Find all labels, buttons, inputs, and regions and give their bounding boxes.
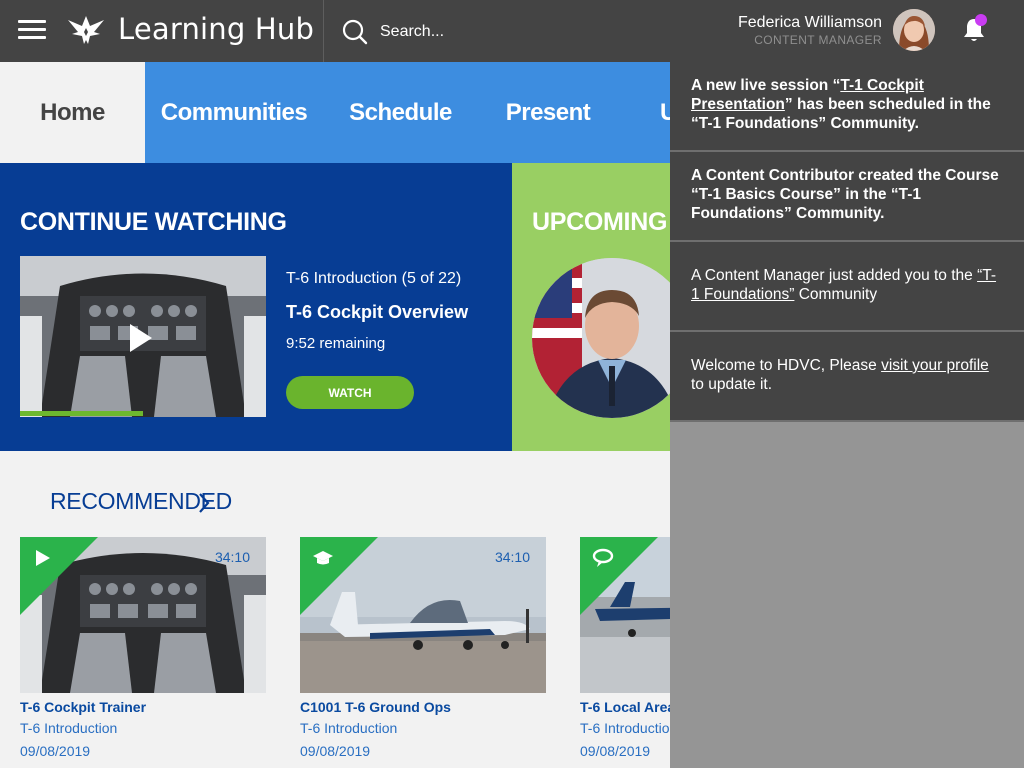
- continue-watching-remaining: 9:52 remaining: [286, 335, 386, 352]
- hamburger-menu-icon[interactable]: [18, 20, 46, 42]
- notification-text: Welcome to HDVC, Please: [691, 357, 882, 374]
- user-name[interactable]: Federica Williamson: [738, 14, 882, 32]
- upcoming-live-panel: UPCOMING LIVE: [512, 163, 670, 451]
- continue-watching-series: T-6 Introduction (5 of 22): [286, 270, 462, 287]
- card-subtitle: T-6 Introduction: [580, 720, 670, 736]
- tab-present[interactable]: Present: [478, 62, 618, 163]
- avatar[interactable]: [893, 9, 935, 51]
- continue-watching-panel: CONTINUE WATCHING T-6 Introduction (5 of…: [0, 163, 512, 451]
- notification-text: A new live session “: [691, 77, 841, 94]
- top-bar: Learning Hub Federica Williamson CONTENT…: [0, 0, 1024, 62]
- notification-item[interactable]: Welcome to HDVC, Please visit your profi…: [670, 332, 1024, 422]
- header-divider: [323, 0, 324, 62]
- notification-text: A Content Manager just added you to the: [691, 267, 978, 284]
- card-title[interactable]: T-6 Cockpit Trainer: [20, 699, 146, 715]
- tab-schedule[interactable]: Schedule: [323, 62, 478, 163]
- card-thumbnail[interactable]: [580, 537, 670, 693]
- card-thumbnail[interactable]: 34:10: [300, 537, 546, 693]
- notification-item[interactable]: A new live session “T-1 Cockpit Presenta…: [670, 62, 1024, 152]
- live-icon: [592, 548, 614, 567]
- search-icon[interactable]: [342, 19, 368, 45]
- recommended-card[interactable]: 34:10 C1001 T-6 Ground Ops T-6 Introduct…: [300, 537, 546, 759]
- notification-text: Community: [794, 286, 878, 303]
- watch-button[interactable]: WATCH: [286, 376, 414, 409]
- main-content: Home Communities Schedule Present U CONT…: [0, 0, 670, 768]
- search-input[interactable]: [380, 18, 680, 46]
- presenter-avatar[interactable]: [532, 258, 670, 418]
- tab-more[interactable]: U: [660, 62, 670, 163]
- user-role: CONTENT MANAGER: [754, 33, 882, 47]
- notification-link[interactable]: visit your profile: [881, 357, 989, 374]
- notification-item[interactable]: A Content Contributor created the Course…: [670, 152, 1024, 242]
- card-date: 09/08/2019: [580, 743, 651, 759]
- air-force-logo: [68, 16, 104, 44]
- notification-list: A new live session “T-1 Cockpit Presenta…: [670, 62, 1024, 422]
- upcoming-live-heading: UPCOMING LIVE: [532, 208, 670, 236]
- tab-home[interactable]: Home: [0, 62, 145, 163]
- card-duration: 34:10: [214, 549, 250, 565]
- watch-progress-bar: [20, 411, 143, 416]
- card-subtitle: T-6 Introduction: [20, 720, 118, 736]
- card-date: 09/08/2019: [300, 743, 371, 759]
- notification-text: A Content Contributor created the Course…: [691, 167, 999, 222]
- continue-watching-heading: CONTINUE WATCHING: [20, 208, 287, 236]
- card-duration: 34:10: [494, 549, 530, 565]
- chevron-right-icon[interactable]: [196, 491, 212, 515]
- notification-text: to update it.: [691, 376, 773, 393]
- card-date: 09/08/2019: [20, 743, 91, 759]
- continue-watching-thumbnail[interactable]: [20, 256, 266, 417]
- notification-dot: [975, 14, 987, 26]
- app-title[interactable]: Learning Hub: [118, 12, 314, 46]
- play-icon: [36, 550, 50, 566]
- card-subtitle: T-6 Introduction: [300, 720, 398, 736]
- tab-communities[interactable]: Communities: [145, 62, 323, 163]
- recommended-card[interactable]: 34:10 T-6 Cockpit Trainer T-6 Introducti…: [20, 537, 266, 759]
- card-thumbnail[interactable]: 34:10: [20, 537, 266, 693]
- card-title[interactable]: C1001 T-6 Ground Ops: [300, 699, 451, 715]
- main-nav: Home Communities Schedule Present U: [0, 62, 670, 163]
- notification-item[interactable]: A Content Manager just added you to the …: [670, 242, 1024, 332]
- recommended-card[interactable]: T-6 Local Area T-6 Introduction 09/08/20…: [580, 537, 670, 759]
- continue-watching-title[interactable]: T-6 Cockpit Overview: [286, 302, 468, 323]
- graduation-cap-icon: [313, 551, 333, 565]
- card-title[interactable]: T-6 Local Area: [580, 699, 670, 715]
